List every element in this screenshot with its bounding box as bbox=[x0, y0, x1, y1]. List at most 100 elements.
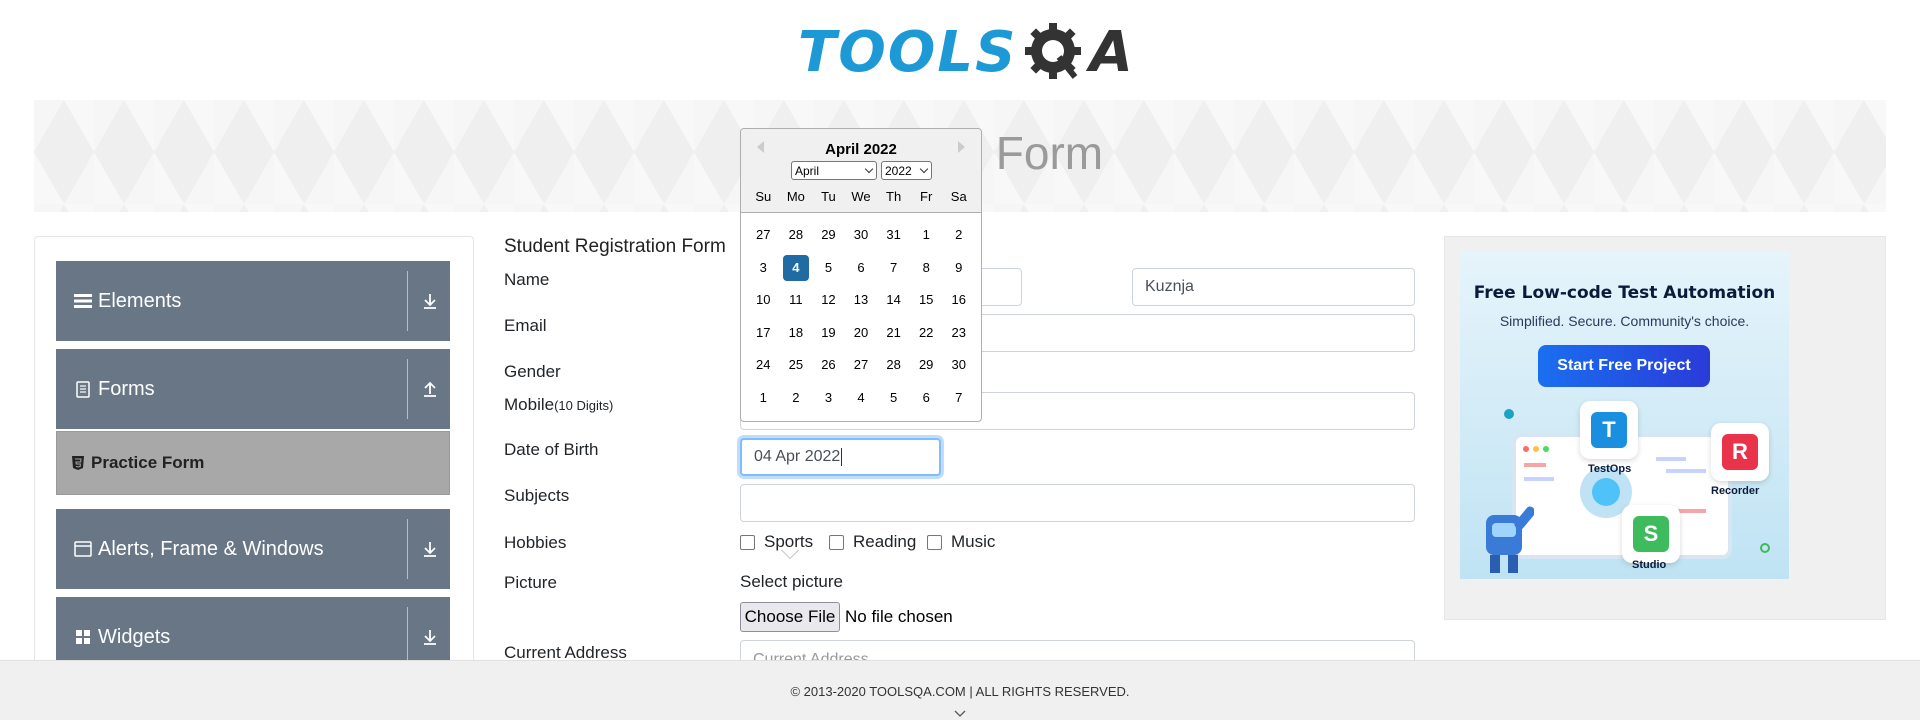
datepicker-day[interactable]: 4 bbox=[782, 254, 809, 281]
datepicker-day[interactable]: 28 bbox=[780, 222, 813, 248]
left-sidebar: Elements Forms Practice Form Alerts, Fra… bbox=[34, 236, 474, 720]
year-select[interactable]: 2022 bbox=[881, 161, 932, 180]
datepicker-day[interactable]: 29 bbox=[910, 352, 943, 378]
decorative-ring bbox=[1760, 543, 1770, 553]
weekday-label: Mo bbox=[786, 189, 805, 204]
date-of-birth-input[interactable]: 04 Apr 2022 bbox=[740, 438, 941, 476]
datepicker-day[interactable]: 3 bbox=[747, 255, 780, 281]
datepicker-day[interactable]: 17 bbox=[747, 320, 780, 346]
datepicker-day[interactable]: 14 bbox=[877, 287, 910, 313]
datepicker-day[interactable]: 7 bbox=[877, 255, 910, 281]
datepicker-day[interactable]: 2 bbox=[942, 222, 975, 248]
checkbox[interactable] bbox=[829, 534, 844, 550]
divider bbox=[407, 271, 408, 331]
datepicker-day[interactable]: 2 bbox=[780, 385, 813, 411]
document-icon bbox=[73, 379, 93, 399]
dob-value: 04 Apr 2022 bbox=[754, 448, 841, 465]
datepicker-days: 27 28 29 30 31 1 2 3 4 5 6 7 8 9 10 11 12 13 14 15 16 17 18 19 2… bbox=[747, 219, 975, 414]
subjects-label: Subjects bbox=[504, 486, 570, 505]
datepicker-day[interactable]: 23 bbox=[942, 320, 975, 346]
datepicker-day[interactable]: 15 bbox=[910, 287, 943, 313]
datepicker-week-row: 27 28 29 30 31 1 2 bbox=[747, 219, 975, 252]
datepicker-day[interactable]: 27 bbox=[845, 352, 878, 378]
datepicker-day[interactable]: 1 bbox=[910, 222, 943, 248]
datepicker-day[interactable]: 31 bbox=[877, 222, 910, 248]
datepicker-day[interactable]: 7 bbox=[942, 385, 975, 411]
sidebar-item-practice-form[interactable]: Practice Form bbox=[56, 431, 450, 495]
html5-icon bbox=[71, 455, 85, 471]
form-title: Student Registration Form bbox=[504, 236, 726, 257]
datepicker-day[interactable]: 9 bbox=[942, 255, 975, 281]
datepicker-day[interactable]: 6 bbox=[910, 385, 943, 411]
testops-card: T bbox=[1580, 401, 1638, 459]
select-picture-label: Select picture bbox=[740, 572, 843, 591]
weekday-label: Sa bbox=[950, 189, 967, 204]
datepicker-day[interactable]: 27 bbox=[747, 222, 780, 248]
subjects-input[interactable] bbox=[740, 484, 1415, 522]
weekday-label: Tu bbox=[821, 189, 836, 204]
datepicker-day[interactable]: 21 bbox=[877, 320, 910, 346]
datepicker-day[interactable]: 1 bbox=[747, 385, 780, 411]
datepicker-day[interactable]: 28 bbox=[877, 352, 910, 378]
choose-file-button[interactable]: Choose File bbox=[740, 602, 840, 632]
datepicker-day[interactable]: 8 bbox=[910, 255, 943, 281]
hobby-label: Reading bbox=[853, 532, 917, 551]
datepicker-day[interactable]: 20 bbox=[845, 320, 878, 346]
datepicker-day[interactable]: 4 bbox=[845, 385, 878, 411]
recorder-card: R bbox=[1711, 423, 1769, 481]
weekday-row: Su Mo Tu We Th Fr Sa bbox=[747, 189, 975, 204]
datepicker-day[interactable]: 22 bbox=[910, 320, 943, 346]
datepicker-day[interactable]: 18 bbox=[780, 320, 813, 346]
sidebar-group-elements[interactable]: Elements bbox=[56, 261, 450, 341]
datepicker-day[interactable]: 24 bbox=[747, 352, 780, 378]
robot-illustration bbox=[1480, 485, 1536, 575]
datepicker-day[interactable]: 5 bbox=[812, 255, 845, 281]
ad-title: Free Low-code Test Automation bbox=[1473, 283, 1776, 303]
datepicker-day[interactable]: 29 bbox=[812, 222, 845, 248]
chevron-down-icon[interactable] bbox=[954, 705, 966, 717]
start-free-project-button[interactable]: Start Free Project bbox=[1538, 345, 1710, 387]
next-month-icon[interactable] bbox=[958, 141, 965, 153]
datepicker-day[interactable]: 12 bbox=[812, 287, 845, 313]
datepicker-day[interactable]: 3 bbox=[812, 385, 845, 411]
datepicker-day[interactable]: 30 bbox=[845, 222, 878, 248]
datepicker-day[interactable]: 25 bbox=[780, 352, 813, 378]
hobby-reading-checkbox[interactable]: Reading bbox=[829, 532, 916, 552]
datepicker-day[interactable]: 10 bbox=[747, 287, 780, 313]
datepicker-day[interactable]: 11 bbox=[780, 287, 813, 313]
datepicker-day[interactable]: 6 bbox=[845, 255, 878, 281]
sidebar-group-forms[interactable]: Forms bbox=[56, 349, 450, 429]
datepicker-day[interactable]: 26 bbox=[812, 352, 845, 378]
upload-icon[interactable] bbox=[418, 377, 442, 401]
month-select[interactable]: April bbox=[791, 161, 877, 180]
hobby-sports-checkbox[interactable]: Sports bbox=[740, 532, 813, 552]
datepicker-day[interactable]: 13 bbox=[845, 287, 878, 313]
katalon-ad[interactable]: Free Low-code Test Automation Simplified… bbox=[1460, 251, 1789, 579]
logo-text-a: A bbox=[1089, 19, 1133, 85]
datepicker-day[interactable]: 5 bbox=[877, 385, 910, 411]
text-cursor bbox=[841, 448, 843, 466]
hobby-music-checkbox[interactable]: Music bbox=[927, 532, 995, 552]
download-icon[interactable] bbox=[418, 625, 442, 649]
datepicker-week-row: 24 25 26 27 28 29 30 bbox=[747, 349, 975, 382]
sidebar-group-label: Widgets bbox=[98, 625, 171, 648]
download-icon[interactable] bbox=[418, 537, 442, 561]
sidebar-group-label: Forms bbox=[98, 377, 155, 400]
datepicker-week-row: 17 18 19 20 21 22 23 bbox=[747, 317, 975, 350]
checkbox[interactable] bbox=[740, 534, 755, 550]
datepicker-day[interactable]: 16 bbox=[942, 287, 975, 313]
name-label: Name bbox=[504, 270, 550, 289]
gear-q-icon bbox=[1023, 21, 1085, 83]
checkbox[interactable] bbox=[927, 534, 942, 550]
datepicker-day[interactable]: 19 bbox=[812, 320, 845, 346]
chevron-down-icon bbox=[919, 164, 929, 174]
datepicker-day[interactable]: 30 bbox=[942, 352, 975, 378]
datepicker-week-row: 1234567 bbox=[747, 382, 975, 415]
hobby-label: Sports bbox=[764, 532, 814, 551]
last-name-input[interactable]: Kuznja bbox=[1132, 268, 1415, 306]
toolsqa-logo[interactable]: TOOLS A bbox=[798, 14, 1133, 90]
sidebar-group-alerts[interactable]: Alerts, Frame & Windows bbox=[56, 509, 450, 589]
logo-text: TOOLS bbox=[798, 19, 1018, 85]
download-icon[interactable] bbox=[418, 289, 442, 313]
weekday-label: Fr bbox=[920, 189, 933, 204]
